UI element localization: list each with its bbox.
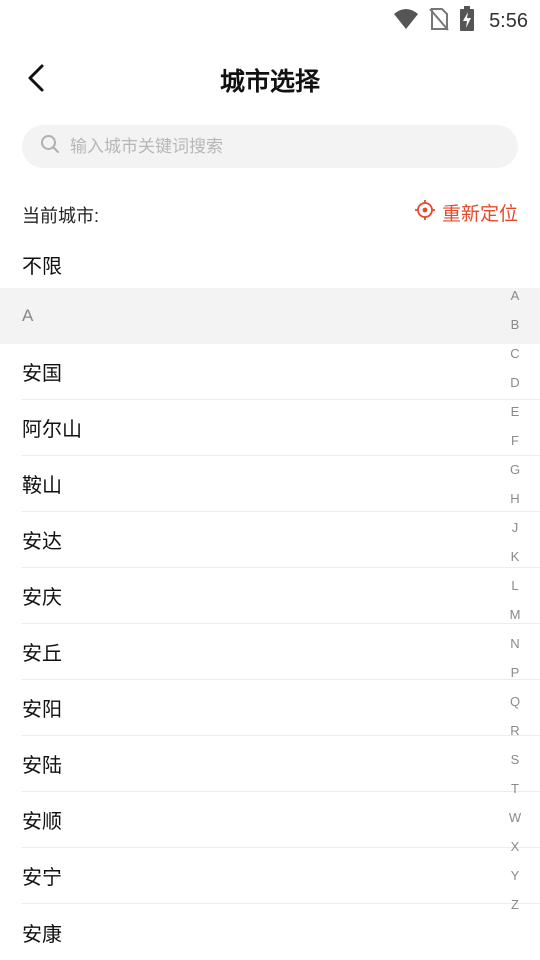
section-letter: A bbox=[22, 306, 34, 325]
index-letter[interactable]: X bbox=[504, 835, 526, 864]
index-letter[interactable]: L bbox=[504, 574, 526, 603]
city-item[interactable]: 安康 bbox=[22, 904, 540, 960]
index-letter[interactable]: T bbox=[504, 777, 526, 806]
index-letter[interactable]: P bbox=[504, 661, 526, 690]
alphabet-index-bar[interactable]: A B C D E F G H J K L M N P Q R S T W X … bbox=[504, 284, 526, 922]
city-list: 安国 阿尔山 鞍山 安达 安庆 安丘 安阳 安陆 安顺 安宁 安康 bbox=[0, 344, 540, 960]
index-letter[interactable]: B bbox=[504, 313, 526, 342]
index-letter[interactable]: A bbox=[504, 284, 526, 313]
city-item[interactable]: 安阳 bbox=[22, 680, 540, 736]
index-letter[interactable]: H bbox=[504, 487, 526, 516]
header: 城市选择 bbox=[0, 48, 540, 112]
index-letter[interactable]: C bbox=[504, 342, 526, 371]
status-bar: 5:56 bbox=[0, 0, 540, 36]
wifi-icon bbox=[393, 8, 419, 35]
city-item[interactable]: 安庆 bbox=[22, 568, 540, 624]
page-title: 城市选择 bbox=[219, 68, 320, 96]
current-city-label: 当前城市: bbox=[22, 206, 100, 226]
city-item[interactable]: 安达 bbox=[22, 512, 540, 568]
crosshair-icon bbox=[414, 199, 436, 226]
city-item[interactable]: 安陆 bbox=[22, 736, 540, 792]
battery-charging-icon bbox=[459, 6, 475, 37]
search-box[interactable] bbox=[22, 125, 518, 168]
search-icon bbox=[40, 134, 60, 159]
index-letter[interactable]: M bbox=[504, 603, 526, 632]
status-icons: 5:56 bbox=[393, 6, 528, 37]
index-letter[interactable]: F bbox=[504, 429, 526, 458]
relocate-button[interactable]: 重新定位 bbox=[414, 199, 518, 226]
index-letter[interactable]: D bbox=[504, 371, 526, 400]
index-letter[interactable]: G bbox=[504, 458, 526, 487]
search-input[interactable] bbox=[70, 136, 470, 157]
index-letter[interactable]: K bbox=[504, 545, 526, 574]
section-header: A bbox=[0, 288, 540, 344]
city-item[interactable]: 鞍山 bbox=[22, 456, 540, 512]
index-letter[interactable]: S bbox=[504, 748, 526, 777]
current-city-row: 当前城市: 重新定位 bbox=[22, 196, 518, 232]
city-item[interactable]: 阿尔山 bbox=[22, 400, 540, 456]
relocate-label: 重新定位 bbox=[441, 204, 518, 225]
index-letter[interactable]: Z bbox=[504, 893, 526, 922]
index-letter[interactable]: Q bbox=[504, 690, 526, 719]
city-item[interactable]: 安宁 bbox=[22, 848, 540, 904]
city-item[interactable]: 安丘 bbox=[22, 624, 540, 680]
no-sim-icon bbox=[429, 7, 449, 36]
index-letter[interactable]: W bbox=[504, 806, 526, 835]
index-letter[interactable]: J bbox=[504, 516, 526, 545]
city-item[interactable]: 安国 bbox=[22, 344, 540, 400]
index-letter[interactable]: R bbox=[504, 719, 526, 748]
unlimited-option[interactable]: 不限 bbox=[22, 240, 62, 288]
city-item[interactable]: 安顺 bbox=[22, 792, 540, 848]
index-letter[interactable]: E bbox=[504, 400, 526, 429]
index-letter[interactable]: Y bbox=[504, 864, 526, 893]
status-time: 5:56 bbox=[489, 10, 528, 32]
index-letter[interactable]: N bbox=[504, 632, 526, 661]
